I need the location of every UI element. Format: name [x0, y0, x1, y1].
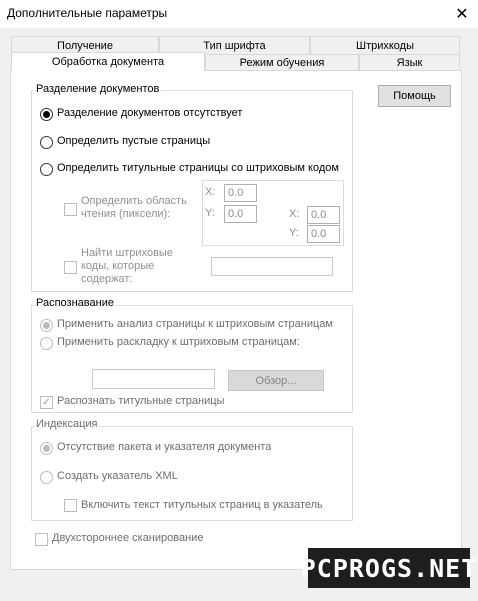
radio-blank-pages[interactable] [40, 136, 53, 149]
read-area-label: Определить область чтения (пиксели): [81, 195, 187, 220]
x1-value: 0.0 [228, 187, 244, 199]
tab-language[interactable]: Язык [359, 54, 460, 71]
radio-create-xml-index[interactable] [40, 471, 53, 484]
duplex-label: Двухстороннее сканирование [52, 532, 204, 544]
tab-document-processing[interactable]: Обработка документа [11, 52, 205, 72]
tab-training-mode-label: Режим обучения [239, 57, 325, 69]
recognize-title-pages-label: Распознать титульные страницы [57, 395, 225, 407]
help-button[interactable]: Помощь [378, 85, 451, 107]
x1-field[interactable]: 0.0 [224, 184, 257, 202]
tab-receive-label: Получение [57, 39, 113, 52]
radio-blank-pages-label: Определить пустые страницы [57, 135, 211, 147]
y1-field[interactable]: 0.0 [224, 205, 257, 223]
radio-no-batch-index[interactable] [40, 442, 53, 455]
tab-document-processing-label: Обработка документа [51, 56, 165, 68]
y1-label: Y: [205, 207, 215, 219]
separation-group-label: Разделение документов [34, 83, 162, 95]
layout-path-input[interactable] [92, 369, 215, 389]
radio-barcode-title-pages-label: Определить титульные страницы со штрихов… [57, 162, 339, 174]
radio-apply-analysis[interactable] [40, 319, 53, 332]
close-icon[interactable]: ✕ [446, 0, 478, 28]
tab-language-label: Язык [396, 57, 423, 69]
x2-label: X: [289, 208, 300, 220]
window-title: Дополнительные параметры [7, 6, 168, 20]
x1-label: X: [205, 186, 216, 198]
y2-label: Y: [289, 227, 299, 239]
radio-no-separation[interactable] [40, 108, 53, 121]
browse-button[interactable]: Обзор... [228, 370, 324, 391]
checkbox-recognize-title-pages[interactable]: ✓ [40, 396, 53, 409]
find-barcodes-label: Найти штриховые коды, которые содержат: [81, 247, 173, 285]
x2-value: 0.0 [311, 209, 327, 221]
radio-apply-analysis-label: Применить анализ страницы к штриховым ст… [57, 318, 333, 330]
tab-training-mode[interactable]: Режим обучения [205, 54, 359, 71]
watermark-logo: PCPROGS.NET [301, 548, 476, 588]
radio-apply-layout[interactable] [40, 337, 53, 350]
tab-barcodes-label: Штрихкоды [355, 39, 415, 52]
checkbox-include-title-text[interactable] [64, 499, 77, 512]
tab-font-type-label: Тип шрифта [203, 39, 266, 52]
checkbox-read-area[interactable] [64, 203, 77, 216]
indexing-group-label: Индексация [34, 418, 100, 430]
help-button-label: Помощь [393, 90, 436, 102]
radio-selected-dot [43, 445, 50, 452]
y1-value: 0.0 [228, 208, 244, 220]
tab-barcodes[interactable]: Штрихкоды [310, 36, 460, 54]
radio-selected-dot [43, 111, 50, 118]
y2-value: 0.0 [311, 228, 327, 240]
recognition-group-label: Распознавание [34, 297, 116, 309]
y2-field[interactable]: 0.0 [307, 225, 340, 243]
include-title-text-label: Включить текст титульных страниц в указа… [81, 499, 323, 511]
radio-no-batch-index-label: Отсутствие пакета и указателя документа [57, 441, 272, 453]
radio-create-xml-index-label: Создать указатель XML [57, 470, 178, 482]
title-bar: Дополнительные параметры ✕ [0, 0, 478, 28]
radio-selected-dot [43, 322, 50, 329]
checkmark-icon: ✓ [42, 396, 51, 408]
radio-apply-layout-label: Применить раскладку к штриховым страница… [57, 336, 300, 348]
checkbox-find-barcodes[interactable] [64, 261, 77, 274]
radio-barcode-title-pages[interactable] [40, 163, 53, 176]
x2-field[interactable]: 0.0 [307, 206, 340, 224]
radio-no-separation-label: Разделение документов отсутствует [57, 107, 243, 119]
find-barcodes-input[interactable] [211, 257, 333, 276]
checkbox-duplex[interactable] [35, 533, 48, 546]
browse-button-label: Обзор... [255, 374, 297, 387]
